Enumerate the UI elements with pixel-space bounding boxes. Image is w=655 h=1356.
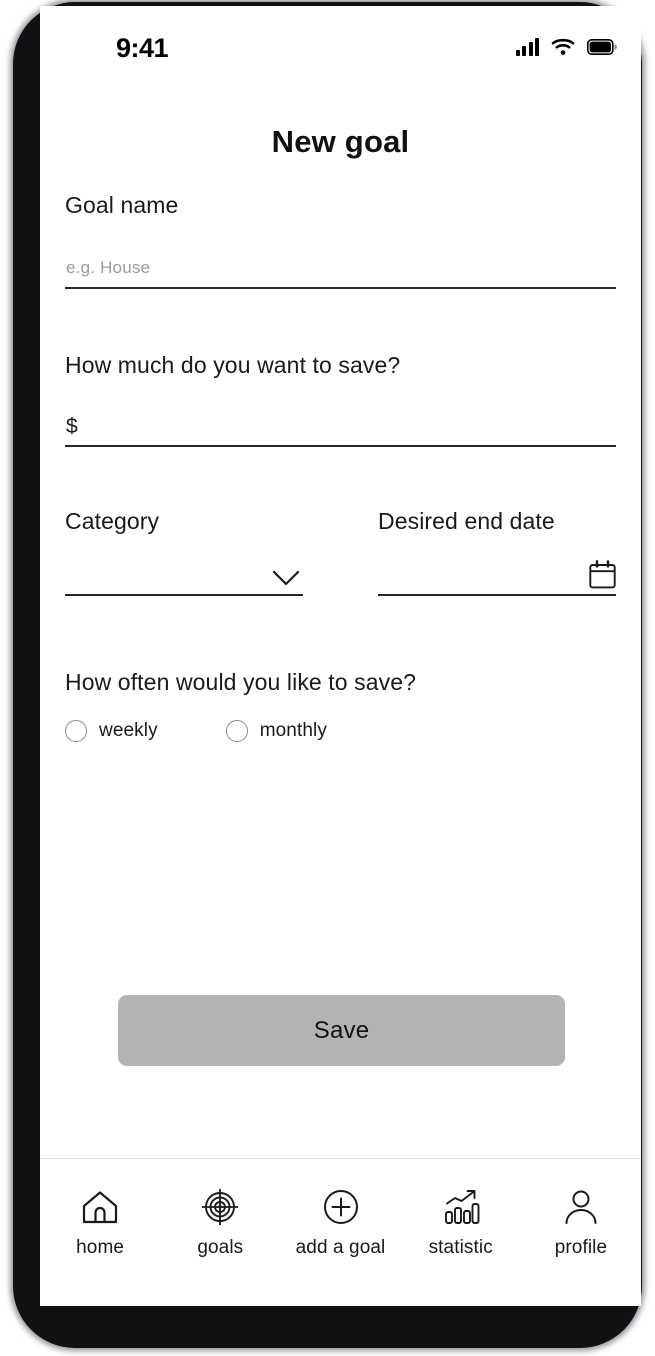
nav-item-home[interactable]: home bbox=[40, 1186, 160, 1259]
wifi-icon bbox=[551, 38, 575, 56]
amount-field-group: How much do you want to save? $ bbox=[65, 352, 616, 447]
phone-frame: 9:41 New goal Goal name e.g. House How m… bbox=[13, 2, 642, 1348]
radio-circle-icon[interactable] bbox=[225, 720, 248, 742]
battery-full-icon bbox=[587, 39, 617, 55]
new-goal-form: Goal name e.g. House How much do you wan… bbox=[65, 192, 616, 742]
currency-prefix: $ bbox=[66, 415, 78, 438]
radio-label-monthly: monthly bbox=[259, 720, 327, 741]
nav-item-add-a-goal[interactable]: add a goal bbox=[280, 1186, 400, 1259]
radio-label-weekly: weekly bbox=[99, 720, 158, 741]
chevron-down-icon bbox=[271, 569, 301, 587]
radio-option-weekly[interactable]: weekly bbox=[65, 720, 158, 742]
save-button[interactable]: Save bbox=[118, 995, 565, 1066]
bottom-nav: home goals add a goal statistic profile bbox=[40, 1159, 641, 1306]
nav-item-statistic[interactable]: statistic bbox=[401, 1186, 521, 1259]
nav-label-profile: profile bbox=[554, 1237, 608, 1258]
phone-screen: 9:41 New goal Goal name e.g. House How m… bbox=[40, 6, 641, 1306]
page-title: New goal bbox=[271, 124, 410, 159]
person-icon bbox=[560, 1186, 602, 1228]
goal-name-label: Goal name bbox=[65, 192, 179, 218]
radio-option-monthly[interactable]: monthly bbox=[225, 720, 327, 742]
goal-name-placeholder: e.g. House bbox=[66, 258, 151, 277]
radio-circle-icon[interactable] bbox=[65, 720, 87, 742]
nav-label-goals: goals bbox=[197, 1237, 244, 1258]
plus-circle-icon bbox=[320, 1186, 362, 1228]
nav-label-statistic: statistic bbox=[428, 1237, 493, 1258]
amount-label: How much do you want to save? bbox=[65, 352, 401, 378]
calendar-icon bbox=[589, 560, 616, 589]
frequency-field-group: How often would you like to save? weekly… bbox=[65, 669, 616, 742]
bar-chart-trend-icon bbox=[440, 1186, 482, 1228]
end-date-label: Desired end date bbox=[378, 508, 555, 534]
category-label: Category bbox=[65, 508, 160, 534]
target-icon bbox=[199, 1186, 241, 1228]
category-field-group: Category bbox=[65, 508, 303, 596]
goal-name-input[interactable]: e.g. House bbox=[65, 245, 616, 289]
frequency-label: How often would you like to save? bbox=[65, 669, 417, 695]
nav-item-goals[interactable]: goals bbox=[160, 1186, 280, 1259]
nav-item-profile[interactable]: profile bbox=[521, 1186, 641, 1259]
category-date-row: Category Desired end date bbox=[65, 508, 616, 596]
status-bar-icons bbox=[515, 34, 617, 60]
home-icon bbox=[79, 1186, 121, 1228]
status-bar-time: 9:41 bbox=[116, 33, 169, 63]
end-date-picker[interactable] bbox=[378, 552, 616, 596]
nav-label-add-a-goal: add a goal bbox=[295, 1237, 386, 1258]
category-select[interactable] bbox=[65, 552, 303, 596]
nav-label-home: home bbox=[76, 1237, 125, 1258]
cellular-signal-icon bbox=[515, 38, 539, 56]
status-bar: 9:41 bbox=[40, 6, 641, 74]
end-date-field-group: Desired end date bbox=[378, 508, 616, 596]
goal-name-field-group: Goal name e.g. House bbox=[65, 192, 616, 289]
frequency-options: weekly monthly bbox=[65, 720, 616, 742]
amount-input[interactable]: $ bbox=[65, 403, 616, 447]
